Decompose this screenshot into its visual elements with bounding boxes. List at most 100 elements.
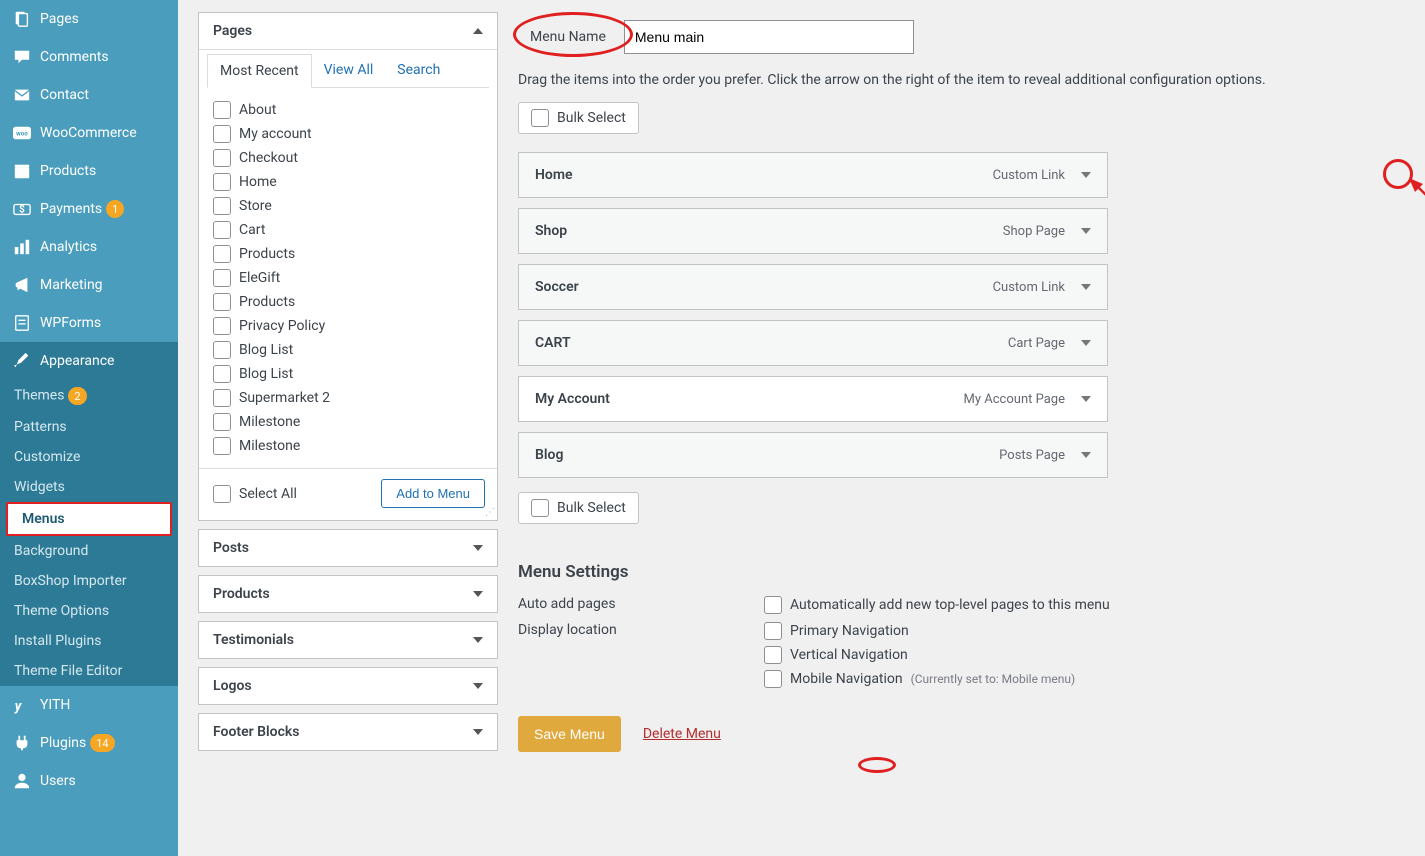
sidebar-item-marketing[interactable]: Marketing (0, 266, 178, 304)
sidebar-item-products[interactable]: Products (0, 152, 178, 190)
page-checkbox-row[interactable]: Supermarket 2 (213, 386, 483, 410)
menu-item-title: Home (535, 167, 573, 183)
accordion-title: Footer Blocks (213, 724, 300, 740)
submenu-item-theme-file-editor[interactable]: Theme File Editor (0, 656, 178, 686)
menu-item-shop[interactable]: ShopShop Page (518, 208, 1108, 254)
menu-item-title: CART (535, 335, 571, 351)
sidebar-item-label: Contact (40, 87, 89, 103)
add-to-menu-button[interactable]: Add to Menu (381, 479, 485, 508)
sidebar-item-label: Marketing (40, 277, 103, 293)
sidebar-item-label: Users (40, 773, 76, 789)
sidebar-item-appearance[interactable]: Appearance (0, 342, 178, 380)
submenu-item-customize[interactable]: Customize (0, 442, 178, 472)
pages-tabs: Most RecentView AllSearch (207, 54, 489, 88)
page-checkbox-row[interactable]: Home (213, 170, 483, 194)
menu-item-type: Cart Page (1008, 336, 1065, 351)
menu-item-blog[interactable]: BlogPosts Page (518, 432, 1108, 478)
chevron-down-icon[interactable] (1081, 452, 1091, 458)
sidebar-item-label: Comments (40, 49, 109, 65)
sidebar-item-payments[interactable]: $Payments1 (0, 190, 178, 228)
chevron-down-icon[interactable] (1081, 228, 1091, 234)
bulk-select-bottom[interactable]: Bulk Select (518, 492, 639, 524)
page-label: Home (239, 174, 277, 190)
expand-icon (473, 637, 483, 643)
sidebar-item-label: Analytics (40, 239, 97, 255)
page-checkbox-row[interactable]: Store (213, 194, 483, 218)
page-checkbox-row[interactable]: My account (213, 122, 483, 146)
chevron-down-icon[interactable] (1081, 172, 1091, 178)
page-checkbox-row[interactable]: Milestone (213, 410, 483, 434)
products-accordion: Products (198, 575, 498, 613)
bulk-select-label: Bulk Select (557, 500, 626, 516)
accordion-header[interactable]: Posts (199, 530, 497, 566)
submenu-label: Widgets (14, 479, 65, 495)
chevron-down-icon[interactable] (1081, 284, 1091, 290)
sidebar-item-wpforms[interactable]: WPForms (0, 304, 178, 342)
page-checkbox-row[interactable]: Products (213, 242, 483, 266)
sidebar-item-plugins[interactable]: Plugins14 (0, 724, 178, 762)
page-checkbox-row[interactable]: Blog List (213, 338, 483, 362)
sidebar-item-contact[interactable]: Contact (0, 76, 178, 114)
accordion-header[interactable]: Footer Blocks (199, 714, 497, 750)
submenu-item-background[interactable]: Background (0, 536, 178, 566)
expand-icon (473, 683, 483, 689)
sidebar-item-comments[interactable]: Comments (0, 38, 178, 76)
submenu-item-menus[interactable]: Menus (6, 502, 172, 536)
tab-most-recent[interactable]: Most Recent (207, 54, 312, 88)
tab-view-all[interactable]: View All (312, 54, 386, 87)
auto-add-checkbox[interactable]: Automatically add new top-level pages to… (764, 596, 1110, 614)
accordion-header[interactable]: Testimonials (199, 622, 497, 658)
page-checkbox-row[interactable]: Cart (213, 218, 483, 242)
checkbox-icon (213, 365, 231, 383)
menu-item-soccer[interactable]: SoccerCustom Link (518, 264, 1108, 310)
location-checkbox-primary-navigation[interactable]: Primary Navigation (764, 622, 1075, 640)
sidebar-item-pages[interactable]: Pages (0, 0, 178, 38)
menu-name-input[interactable] (624, 20, 914, 54)
page-checkbox-row[interactable]: Products (213, 290, 483, 314)
sidebar-item-analytics[interactable]: Analytics (0, 228, 178, 266)
page-checkbox-row[interactable]: Privacy Policy (213, 314, 483, 338)
annotation-arrow (1405, 174, 1425, 244)
menu-item-my-account[interactable]: My AccountMy Account Page (518, 376, 1108, 422)
menu-item-home[interactable]: HomeCustom Link (518, 152, 1108, 198)
save-menu-button[interactable]: Save Menu (518, 716, 621, 752)
location-checkbox-vertical-navigation[interactable]: Vertical Navigation (764, 646, 1075, 664)
delete-menu-link[interactable]: Delete Menu (643, 726, 721, 742)
pages-accordion-title: Pages (213, 23, 252, 39)
sidebar-item-woocommerce[interactable]: wooWooCommerce (0, 114, 178, 152)
accordion-title: Logos (213, 678, 252, 694)
submenu-item-widgets[interactable]: Widgets (0, 472, 178, 502)
auto-add-text: Automatically add new top-level pages to… (790, 597, 1110, 613)
submenu-item-boxshop-importer[interactable]: BoxShop Importer (0, 566, 178, 596)
pages-accordion-header[interactable]: Pages (199, 13, 497, 50)
submenu-item-patterns[interactable]: Patterns (0, 412, 178, 442)
submenu-item-install-plugins[interactable]: Install Plugins (0, 626, 178, 656)
resize-grip-icon[interactable]: ⋰ (485, 507, 495, 518)
location-checkbox-mobile-navigation[interactable]: Mobile Navigation(Currently set to: Mobi… (764, 670, 1075, 688)
accordion-header[interactable]: Logos (199, 668, 497, 704)
page-checkbox-row[interactable]: EleGift (213, 266, 483, 290)
testimonials-accordion: Testimonials (198, 621, 498, 659)
location-label: Primary Navigation (790, 623, 909, 639)
chevron-down-icon[interactable] (1081, 396, 1091, 402)
page-checkbox-row[interactable]: Blog List (213, 362, 483, 386)
posts-accordion: Posts (198, 529, 498, 567)
chevron-down-icon[interactable] (1081, 340, 1091, 346)
pages-accordion-body: Most RecentView AllSearch AboutMy accoun… (199, 50, 497, 520)
tab-search[interactable]: Search (385, 54, 452, 87)
menu-item-cart[interactable]: CART Cart Page (518, 320, 1108, 366)
sidebar-item-yith[interactable]: yYITH (0, 686, 178, 724)
accordion-header[interactable]: Products (199, 576, 497, 612)
sidebar-item-label: Pages (40, 11, 79, 27)
select-all-row[interactable]: Select All (213, 482, 297, 506)
page-checkbox-row[interactable]: Checkout (213, 146, 483, 170)
bulk-select-top[interactable]: Bulk Select (518, 102, 639, 134)
marketing-icon (12, 275, 32, 295)
pages-icon (12, 9, 32, 29)
submenu-item-theme-options[interactable]: Theme Options (0, 596, 178, 626)
page-checkbox-row[interactable]: About (213, 98, 483, 122)
submenu-item-themes[interactable]: Themes2 (0, 380, 178, 412)
page-label: Cart (239, 222, 265, 238)
sidebar-item-users[interactable]: Users (0, 762, 178, 800)
page-checkbox-row[interactable]: Milestone (213, 434, 483, 458)
